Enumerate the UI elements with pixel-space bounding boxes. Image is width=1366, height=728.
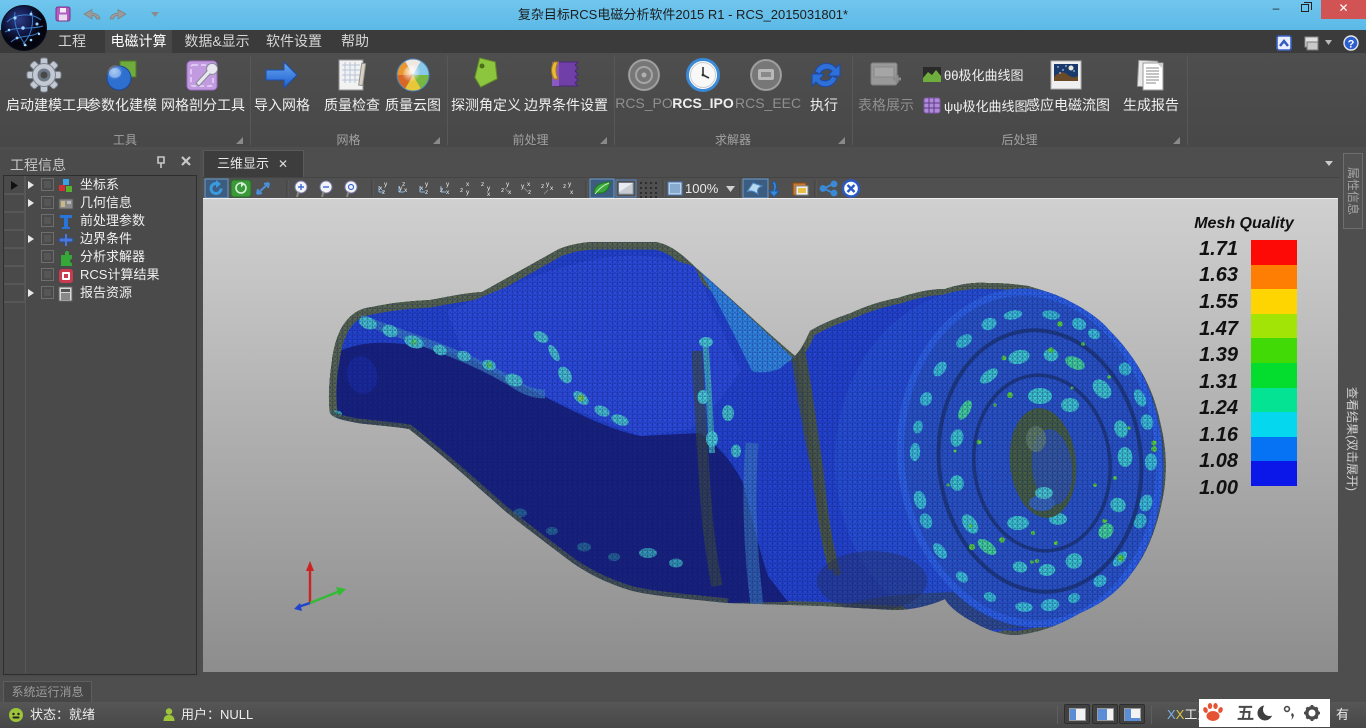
svg-text:x: x bbox=[527, 181, 531, 188]
svg-text:z: z bbox=[528, 189, 531, 196]
svg-text:x: x bbox=[570, 189, 574, 196]
svg-text:z: z bbox=[481, 181, 484, 188]
svg-text:z: z bbox=[382, 189, 385, 196]
svg-text:?: ? bbox=[1348, 39, 1355, 51]
svg-text:100%: 100% bbox=[685, 181, 719, 196]
svg-text:z: z bbox=[501, 187, 504, 194]
svg-text:x: x bbox=[420, 185, 424, 192]
svg-text:x: x bbox=[550, 185, 554, 192]
svg-text:x: x bbox=[487, 191, 491, 198]
svg-text:y: y bbox=[425, 181, 429, 188]
svg-text:y: y bbox=[446, 181, 450, 188]
svg-text:z: z bbox=[460, 187, 463, 194]
svg-text:z: z bbox=[541, 183, 544, 190]
svg-text:五: 五 bbox=[1237, 704, 1254, 723]
svg-text:y: y bbox=[506, 181, 510, 188]
svg-text:y: y bbox=[568, 181, 572, 188]
svg-text:y: y bbox=[466, 189, 470, 196]
svg-text:z: z bbox=[402, 181, 405, 188]
svg-text:x: x bbox=[446, 189, 450, 196]
svg-text:z: z bbox=[563, 183, 566, 190]
svg-text:z: z bbox=[440, 187, 443, 194]
svg-text:x: x bbox=[466, 181, 470, 188]
svg-text:x: x bbox=[404, 187, 408, 194]
svg-text:z: z bbox=[425, 189, 428, 196]
svg-text:x: x bbox=[508, 189, 512, 196]
svg-text:y: y bbox=[384, 181, 388, 188]
